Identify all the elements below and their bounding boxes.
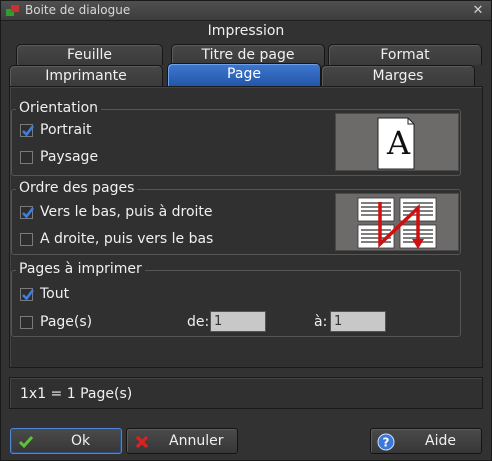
preview-letter: A: [387, 124, 411, 162]
portrait-label[interactable]: Portrait: [40, 122, 91, 138]
right-then-down-checkbox[interactable]: [20, 233, 33, 246]
window-title: Boite de dialogue: [25, 3, 131, 17]
from-page-input[interactable]: 1: [210, 311, 266, 332]
help-button[interactable]: ? Aide: [370, 428, 482, 454]
page-order-group: Ordre des pages Vers le bas, puis à droi…: [11, 180, 461, 255]
help-icon: ?: [377, 433, 395, 451]
to-label: à:: [314, 314, 328, 330]
all-pages-label[interactable]: Tout: [40, 286, 69, 302]
pages-to-print-group: Pages à imprimer Tout Page(s) de: 1 à: 1: [11, 261, 461, 337]
page-order-group-title: Ordre des pages: [16, 180, 138, 196]
tab-page[interactable]: Page: [167, 63, 321, 86]
svg-text:?: ?: [383, 436, 390, 450]
status-bar: 1x1 = 1 Page(s): [9, 377, 483, 409]
checkmark-icon: [17, 433, 35, 451]
tab-titre-de-page[interactable]: Titre de page: [171, 44, 325, 65]
cancel-x-icon: [133, 433, 151, 451]
page-count-status: 1x1 = 1 Page(s): [20, 386, 133, 402]
from-label: de:: [187, 314, 210, 330]
page-range-label[interactable]: Page(s): [40, 314, 92, 330]
page-range-checkbox[interactable]: [20, 316, 33, 329]
down-then-right-checkbox[interactable]: [20, 206, 35, 219]
title-bar[interactable]: Boite de dialogue ✕: [1, 1, 491, 21]
landscape-label[interactable]: Paysage: [40, 149, 98, 165]
portrait-checkbox[interactable]: [20, 124, 35, 137]
down-then-right-label[interactable]: Vers le bas, puis à droite: [40, 204, 213, 220]
cancel-button-label: Annuler: [169, 433, 224, 449]
landscape-checkbox[interactable]: [20, 151, 33, 164]
all-pages-checkbox[interactable]: [20, 288, 35, 301]
orientation-group: Orientation Portrait Paysage A: [11, 100, 461, 176]
app-icon: [5, 4, 21, 18]
page-order-preview: [335, 193, 459, 251]
ok-button[interactable]: Ok: [10, 428, 122, 454]
close-icon[interactable]: ✕: [471, 4, 485, 18]
to-page-input[interactable]: 1: [330, 311, 386, 332]
right-then-down-label[interactable]: A droite, puis vers le bas: [40, 231, 213, 247]
pages-to-print-group-title: Pages à imprimer: [16, 261, 145, 277]
tab-feuille[interactable]: Feuille: [16, 44, 163, 65]
orientation-preview: A: [335, 113, 459, 171]
tab-format[interactable]: Format: [328, 44, 482, 65]
tab-imprimante[interactable]: Imprimante: [9, 65, 163, 86]
ok-button-label: Ok: [71, 433, 91, 449]
page-settings-panel: Orientation Portrait Paysage A Ordre des…: [9, 86, 483, 368]
cancel-button[interactable]: Annuler: [126, 428, 238, 454]
tab-marges[interactable]: Marges: [321, 65, 475, 86]
orientation-group-title: Orientation: [16, 100, 102, 116]
dialog-heading: Impression: [207, 23, 285, 39]
help-button-label: Aide: [425, 433, 456, 449]
print-dialog-window: Boite de dialogue ✕ Impression Feuille T…: [0, 0, 492, 461]
